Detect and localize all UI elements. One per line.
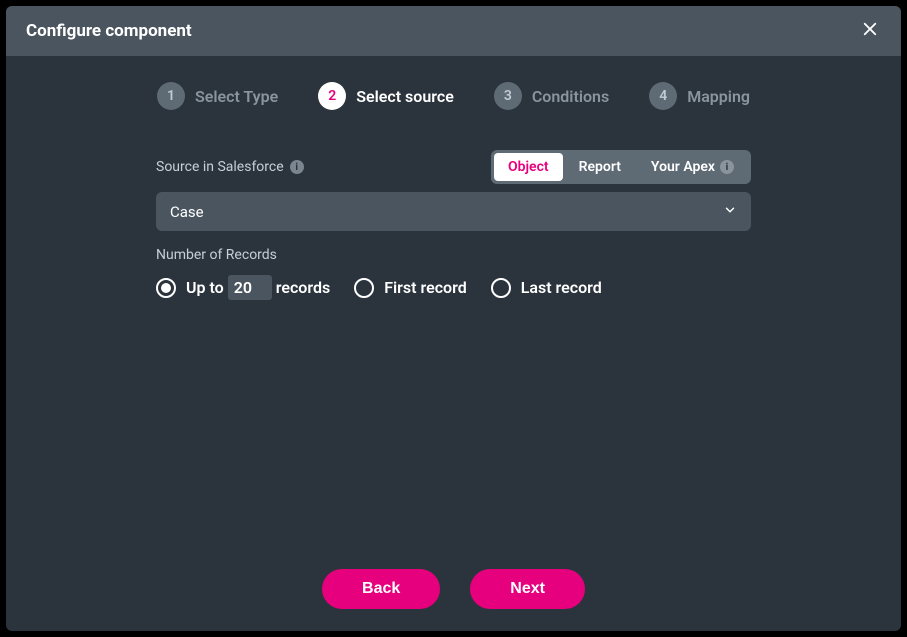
segment-label: Your Apex bbox=[651, 159, 715, 175]
step-number: 2 bbox=[318, 82, 346, 110]
step-label: Conditions bbox=[532, 87, 609, 106]
step-mapping[interactable]: 4 Mapping bbox=[649, 82, 750, 110]
source-label-text: Source in Salesforce bbox=[156, 159, 284, 175]
radio-label: First record bbox=[384, 278, 467, 297]
radio-last-record[interactable]: Last record bbox=[491, 278, 602, 298]
step-number: 4 bbox=[649, 82, 677, 110]
upto-prefix: Up to bbox=[186, 278, 224, 297]
step-conditions[interactable]: 3 Conditions bbox=[494, 82, 609, 110]
records-label: Number of Records bbox=[156, 247, 751, 263]
configure-component-modal: Configure component 1 Select Type 2 Sele… bbox=[6, 6, 901, 631]
modal-footer: Back Next bbox=[6, 547, 901, 631]
radio-first-record[interactable]: First record bbox=[354, 278, 467, 298]
back-button[interactable]: Back bbox=[322, 569, 440, 609]
radio-icon bbox=[156, 278, 176, 298]
close-icon bbox=[861, 20, 879, 42]
records-radio-group: Up to records First record Last record bbox=[156, 275, 751, 300]
step-label: Mapping bbox=[687, 87, 750, 106]
info-icon: i bbox=[720, 160, 734, 174]
source-type-segmented: Object Report Your Apex i bbox=[491, 150, 751, 184]
source-object-select[interactable]: Case bbox=[156, 192, 751, 231]
radio-icon bbox=[491, 278, 511, 298]
modal-content: Source in Salesforce i Object Report You… bbox=[6, 130, 901, 547]
close-button[interactable] bbox=[859, 20, 881, 42]
wizard-stepper: 1 Select Type 2 Select source 3 Conditio… bbox=[6, 56, 901, 130]
info-icon[interactable]: i bbox=[290, 160, 304, 174]
source-field-row: Source in Salesforce i Object Report You… bbox=[156, 150, 751, 184]
upto-count-input[interactable] bbox=[228, 275, 272, 300]
upto-suffix: records bbox=[276, 278, 330, 297]
chevron-down-icon bbox=[723, 202, 737, 221]
next-button[interactable]: Next bbox=[470, 569, 585, 609]
step-label: Select source bbox=[356, 87, 454, 106]
modal-header: Configure component bbox=[6, 6, 901, 56]
source-label: Source in Salesforce i bbox=[156, 159, 304, 175]
radio-up-to[interactable]: Up to records bbox=[156, 275, 330, 300]
segment-your-apex[interactable]: Your Apex i bbox=[637, 153, 748, 181]
step-number: 3 bbox=[494, 82, 522, 110]
radio-icon bbox=[354, 278, 374, 298]
select-value: Case bbox=[170, 203, 204, 221]
step-select-source[interactable]: 2 Select source bbox=[318, 82, 454, 110]
step-label: Select Type bbox=[195, 87, 278, 106]
modal-title: Configure component bbox=[26, 21, 192, 41]
segment-report[interactable]: Report bbox=[565, 153, 635, 181]
radio-label: Up to records bbox=[186, 275, 330, 300]
radio-label: Last record bbox=[521, 278, 602, 297]
segment-label: Object bbox=[508, 159, 549, 175]
step-number: 1 bbox=[157, 82, 185, 110]
segment-object[interactable]: Object bbox=[494, 153, 563, 181]
step-select-type[interactable]: 1 Select Type bbox=[157, 82, 278, 110]
segment-label: Report bbox=[579, 159, 621, 175]
